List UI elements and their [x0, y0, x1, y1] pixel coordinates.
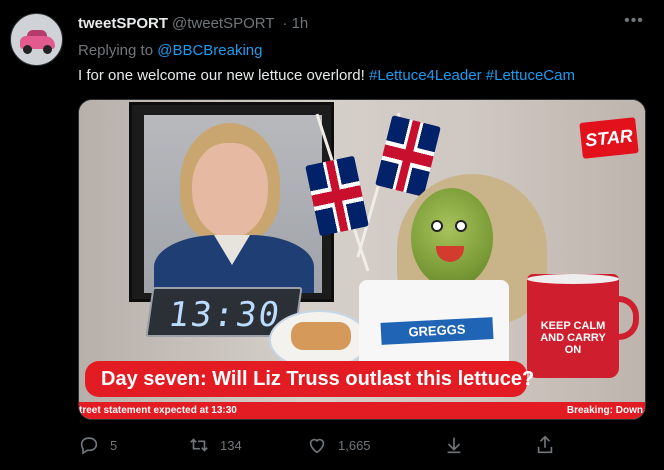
tweet-media[interactable]: 13:30 GREGGS KEEP CALM AND CARRY ON STAR… — [78, 99, 646, 420]
headline-banner: Day seven: Will Liz Truss outlast this l… — [85, 361, 534, 397]
hashtag-lettuce4leader[interactable]: #Lettuce4Leader — [369, 67, 482, 84]
reply-icon — [80, 437, 98, 455]
tweet-header: tweetSPORT @tweetSPORT · 1h — [78, 15, 308, 32]
retweet-count: 134 — [220, 437, 242, 453]
retweet-icon — [190, 438, 208, 452]
daily-star-logo: STAR — [579, 117, 639, 159]
share-icon — [447, 437, 461, 454]
ticker-right: Breaking: Down — [566, 405, 643, 416]
avatar[interactable] — [10, 13, 63, 66]
lettuce-eye-left — [431, 220, 443, 232]
replying-to-label: Replying to — [78, 42, 158, 59]
mug: KEEP CALM AND CARRY ON — [527, 274, 639, 378]
car-wheel-front — [23, 45, 32, 54]
lettuce-mouth — [436, 246, 464, 262]
heart-icon — [309, 438, 325, 454]
portrait-face — [192, 143, 268, 238]
replying-to: Replying to @BBCBreaking — [78, 42, 263, 59]
car-wheel-rear — [43, 45, 52, 54]
more-options-icon[interactable]: ••• — [622, 12, 646, 32]
upload-button[interactable] — [534, 433, 556, 457]
like-button[interactable]: 1,665 — [306, 433, 371, 457]
tweet-time[interactable]: · 1h — [282, 15, 308, 32]
ticker-left: treet statement expected at 13:30 — [79, 405, 237, 416]
tweet-body: I for one welcome our new lettuce overlo… — [78, 67, 369, 84]
tweet-actions: 5 134 1,665 — [78, 433, 646, 457]
lettuce-eye-right — [455, 220, 467, 232]
reply-button[interactable]: 5 — [78, 433, 117, 457]
tweet[interactable]: tweetSPORT @tweetSPORT · 1h ••• Replying … — [0, 0, 664, 470]
portrait-photo — [144, 115, 322, 293]
sausage-roll — [291, 322, 351, 350]
photo-frame — [129, 102, 334, 302]
news-ticker: treet statement expected at 13:30 Breaki… — [79, 402, 645, 419]
mug-rim — [527, 274, 619, 284]
mug-text: KEEP CALM AND CARRY ON — [540, 320, 606, 356]
author-name[interactable]: tweetSPORT — [78, 15, 168, 32]
retweet-button[interactable]: 134 — [188, 433, 242, 457]
share-button[interactable] — [443, 433, 465, 457]
replying-to-link[interactable]: @BBCBreaking — [157, 42, 262, 59]
tweet-text: I for one welcome our new lettuce overlo… — [78, 67, 575, 84]
hashtag-lettucecam[interactable]: #LettuceCam — [486, 67, 575, 84]
reply-count: 5 — [110, 437, 118, 453]
upload-icon — [537, 435, 553, 454]
like-count: 1,665 — [338, 437, 371, 453]
author-handle[interactable]: @tweetSPORT — [172, 15, 274, 32]
lettuce — [411, 188, 493, 288]
clock-display: 13:30 — [165, 295, 284, 335]
